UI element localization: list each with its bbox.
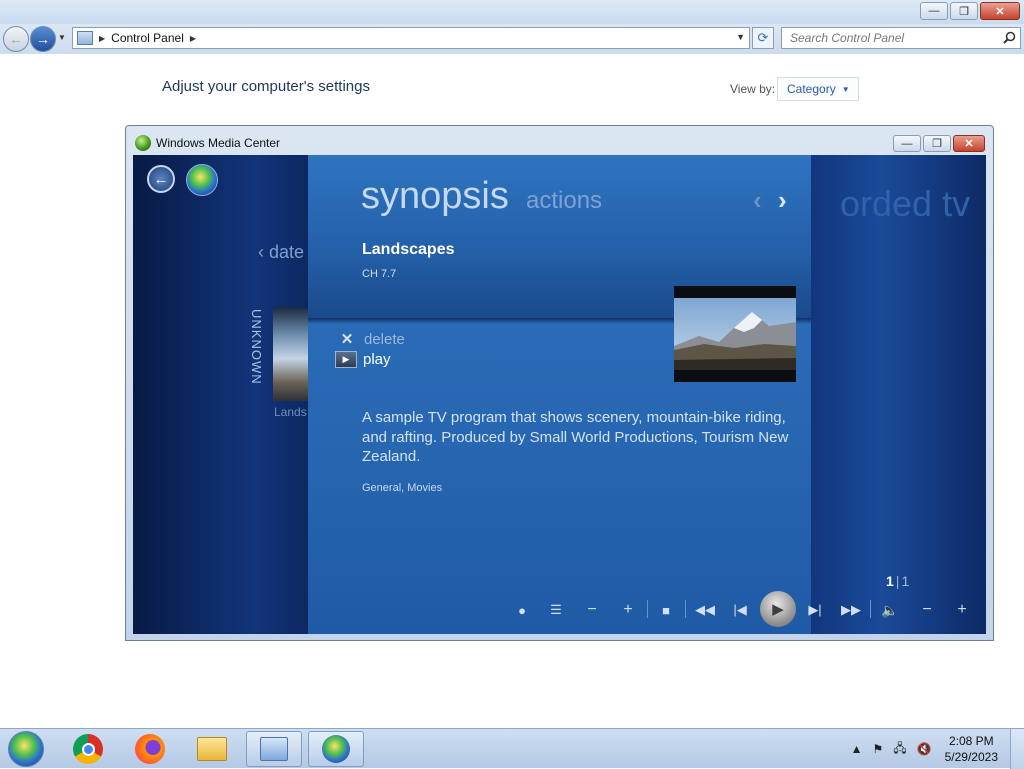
right-panel: orded tv: [810, 155, 986, 634]
clock-date: 5/29/2023: [944, 750, 998, 764]
tab-actions[interactable]: actions: [526, 187, 602, 215]
minus-icon[interactable]: −: [581, 598, 603, 622]
media-center-minimize-button[interactable]: —: [893, 135, 921, 152]
volume-muted-icon[interactable]: 🔇: [917, 742, 932, 756]
network-icon[interactable]: 🖧: [893, 739, 906, 760]
clock-time: 2:08 PM: [948, 734, 994, 748]
volume-down-icon[interactable]: −: [916, 598, 938, 622]
navigation-bar: ← → ▼ ▶ Control Panel ▶ ▼ ⟳ Search Contr…: [0, 24, 1024, 54]
breadcrumb-control-panel[interactable]: Control Panel: [111, 31, 184, 45]
skip-back-icon[interactable]: |◀: [729, 598, 751, 622]
media-center-icon: [322, 735, 350, 763]
record-icon[interactable]: ●: [511, 598, 533, 622]
transport-divider: [685, 600, 686, 618]
unknown-group-label: UNKNOWN: [249, 309, 264, 385]
media-center-restore-button[interactable]: ❐: [923, 135, 951, 152]
search-icon[interactable]: [1003, 31, 1016, 44]
recording-thumbnail-label: Lands: [274, 405, 307, 419]
media-center-content: ← ‹ date UNKNOWN Lands orded tv synopsis…: [133, 155, 986, 634]
back-button[interactable]: ←: [3, 26, 29, 52]
action-center-flag-icon[interactable]: ⚑: [873, 742, 884, 756]
play-icon[interactable]: ▶: [760, 591, 796, 627]
back-arrow-icon[interactable]: ←: [147, 165, 175, 193]
view-by-label: View by:: [730, 82, 776, 96]
control-panel-titlebar: — ❐ ✕: [0, 0, 1024, 24]
page-indicator: 1 | 1: [886, 573, 910, 589]
address-dropdown-icon[interactable]: ▼: [736, 32, 745, 42]
taskbar-chrome[interactable]: [60, 731, 116, 767]
breadcrumb-arrow-icon[interactable]: ▶: [99, 34, 105, 43]
page-title: Adjust your computer's settings: [162, 78, 370, 95]
volume-icon[interactable]: 🔈: [879, 598, 901, 622]
system-tray: ▲ ⚑ 🖧 🔇 2:08 PM 5/29/2023: [846, 729, 1024, 769]
start-button[interactable]: [8, 731, 44, 767]
minimize-button[interactable]: —: [920, 2, 948, 20]
skip-forward-icon[interactable]: ▶|: [804, 598, 826, 622]
taskbar: ▲ ⚑ 🖧 🔇 2:08 PM 5/29/2023: [0, 728, 1024, 769]
show-hidden-icons-icon[interactable]: ▲: [851, 742, 863, 756]
control-panel-icon: [260, 737, 288, 761]
taskbar-firefox[interactable]: [122, 731, 178, 767]
window-controls: — ❐ ✕: [918, 2, 1020, 20]
stop-icon[interactable]: ■: [655, 598, 677, 622]
forward-button[interactable]: →: [30, 26, 56, 52]
play-action-label: play: [363, 351, 391, 368]
chevron-down-icon[interactable]: ▼: [842, 85, 850, 94]
restore-button[interactable]: ❐: [950, 2, 978, 20]
details-panel: synopsis actions ‹ › Landscapes CH 7.7 ✕…: [308, 155, 811, 634]
media-center-window-controls: — ❐ ✕: [891, 135, 985, 152]
list-icon[interactable]: ☰: [545, 598, 567, 622]
close-icon: ✕: [340, 331, 354, 348]
next-arrow-icon[interactable]: ›: [778, 185, 787, 216]
delete-action[interactable]: ✕ delete: [340, 330, 405, 349]
recording-thumbnail[interactable]: [273, 307, 308, 401]
chrome-icon: [73, 734, 103, 764]
taskbar-media-center[interactable]: [308, 731, 364, 767]
close-button[interactable]: ✕: [980, 2, 1020, 20]
rewind-icon[interactable]: ◀◀: [693, 598, 717, 622]
media-center-title: Windows Media Center: [156, 136, 281, 150]
control-panel-icon: [77, 31, 93, 45]
date-group-label[interactable]: ‹ date: [258, 242, 304, 263]
fast-forward-icon[interactable]: ▶▶: [839, 598, 863, 622]
play-icon: ▶: [335, 351, 357, 368]
address-bar[interactable]: ▶ Control Panel ▶ ▼: [72, 27, 750, 49]
program-thumbnail: [674, 286, 796, 382]
taskbar-control-panel[interactable]: [246, 731, 302, 767]
media-center-start-button[interactable]: [186, 164, 218, 196]
media-center-close-button[interactable]: ✕: [953, 135, 985, 152]
plus-icon[interactable]: +: [617, 598, 639, 622]
search-box[interactable]: Search Control Panel: [781, 27, 1021, 49]
previous-arrow-icon[interactable]: ‹: [753, 185, 762, 216]
background-heading: orded tv: [840, 183, 971, 224]
folder-icon: [197, 737, 227, 761]
left-panel: ← ‹ date UNKNOWN Lands: [133, 155, 308, 634]
tab-synopsis[interactable]: synopsis: [361, 175, 509, 218]
volume-up-icon[interactable]: +: [951, 598, 973, 622]
view-by-value[interactable]: Category: [787, 82, 836, 96]
media-center-logo-icon: [135, 135, 151, 151]
mountain-landscape-image: [674, 298, 796, 370]
view-by-dropdown[interactable]: Category ▼: [777, 77, 859, 101]
recent-pages-dropdown-icon[interactable]: ▼: [58, 33, 66, 42]
media-center-window: Windows Media Center — ❐ ✕ ← ‹ date UNKN…: [125, 125, 994, 641]
program-genre: General, Movies: [362, 482, 443, 494]
play-action[interactable]: ▶ play: [335, 351, 391, 368]
taskbar-file-explorer[interactable]: [184, 731, 240, 767]
program-title: Landscapes: [362, 241, 455, 258]
program-channel: CH 7.7: [362, 268, 397, 280]
clock[interactable]: 2:08 PM 5/29/2023: [945, 733, 998, 765]
transport-divider: [647, 600, 648, 618]
breadcrumb-arrow-icon[interactable]: ▶: [190, 34, 196, 43]
program-description: A sample TV program that shows scenery, …: [362, 409, 789, 465]
refresh-button[interactable]: ⟳: [752, 27, 774, 49]
search-placeholder[interactable]: Search Control Panel: [790, 31, 904, 45]
firefox-icon: [135, 734, 165, 764]
delete-action-label: delete: [364, 330, 405, 348]
transport-divider: [870, 600, 871, 618]
show-desktop-button[interactable]: [1010, 729, 1024, 769]
